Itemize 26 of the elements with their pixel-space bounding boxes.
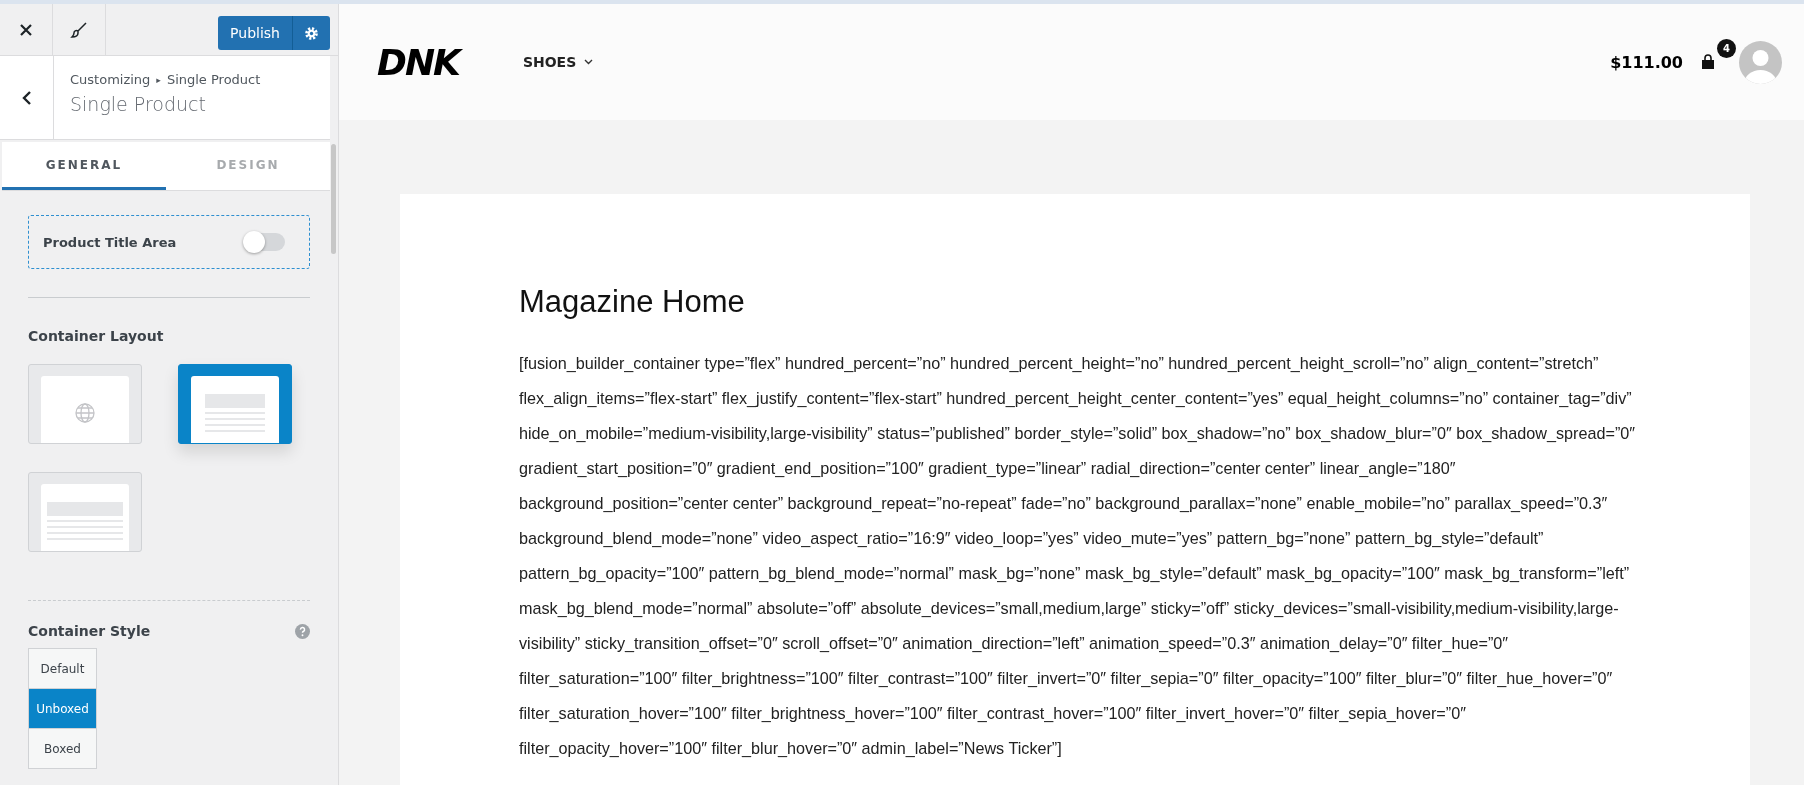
section-label: Container Layout [28, 328, 165, 344]
nav-link[interactable]: SHOES [522, 54, 594, 70]
scrollbar-thumb[interactable] [331, 144, 336, 254]
gear-icon [304, 25, 319, 41]
chevron-icon [584, 59, 594, 65]
style-option[interactable]: Default [28, 648, 97, 689]
style-option[interactable]: Boxed [28, 728, 97, 769]
breadcrumb-separator: ▸ [156, 74, 161, 85]
panel-title: Single Product [70, 93, 207, 115]
section-label: Container Style [28, 623, 151, 639]
shortcode-paragraph: [fusion_builder_container type=”flex” hundred_percent=”no” hundred_percent_height=”no” hundred_percent_height_scroll=”no” align_content=”stretch” flex_align_items=”flex-start” flex_justify_content=”flex-start” hundred_percent_height_center_content=”yes” equal_height_columns=”no” container_tag=”div” hide_on_mobile=”medium-visibility,large-visibility” status=”published” border_style=”solid” box_shadow=”no” box_shadow_blur=”0″ box_shadow_spread=”0″ gradient_start_position=”0″ gradient_end_position=”100″ gradient_type=”linear” radial_direction=”center center” linear_angle=”180″ background_position=”center center” background_repeat=”no-repeat” fade=”no” background_parallax=”none” enable_mobile=”no” parallax_speed=”0.3″ background_blend_mode=”none” video_aspect_ratio=”16:9″ video_loop=”yes” video_mute=”yes” pattern_bg=”none” pattern_bg_style=”default” pattern_bg_opacity=”100″ pattern_bg_blend_mode=”normal” mask_bg=”none” mask_bg_style=”default” mask_bg_opacity=”100″ mask_bg_transform=”left” mask_bg_blend_mode=”normal” absolute=”off” absolute_devices=”small,medium,large” sticky=”off” sticky_devices=”small-visibility,medium-visibility,large-visibility” sticky_transition_offset=”0″ scroll_offset=”0″ animation_direction=”left” animation_speed=”0.3″ animation_delay=”0″ filter_hue=”0″ filter_saturation=”100″ filter_brightness=”100″ filter_contrast=”100″ filter_invert=”0″ filter_sepia=”0″ filter_opacity=”100″ filter_blur=”0″ filter_hue_hover=”0″ filter_saturation_hover=”100″ filter_brightness_hover=”100″ filter_contrast_hover=”100″ filter_invert_hover=”0″ filter_sepia_hover=”0″ filter_opacity_hover=”100″ filter_blur_hover=”0″ admin_label=”News Ticker”] [519, 353, 1637, 759]
toggle-switch[interactable] [243, 233, 285, 251]
help-icon[interactable] [295, 623, 310, 639]
brush-icon [70, 20, 88, 39]
cart-count-badge: 4 [1717, 39, 1736, 58]
breadcrumb-text: Customizing [70, 72, 151, 87]
cart-total: $111.00 [1610, 52, 1683, 72]
back-icon [21, 89, 32, 106]
layout-option[interactable] [178, 364, 292, 444]
page-title: Magazine Home [519, 284, 746, 320]
close-icon [19, 22, 33, 37]
globe-icon [74, 401, 96, 424]
avatar-icon[interactable] [1739, 40, 1782, 84]
breadcrumb-text: Single Product [166, 72, 261, 87]
toggle-label: Product Title Area [43, 234, 178, 250]
style-option[interactable]: Unboxed [28, 688, 97, 729]
